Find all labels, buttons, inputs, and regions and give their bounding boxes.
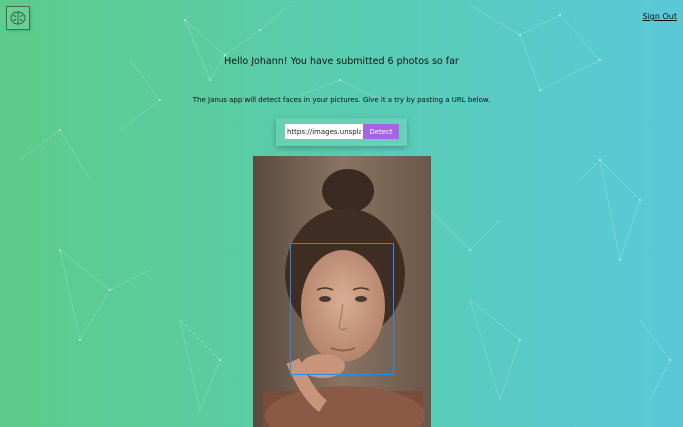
face-bounding-box	[290, 243, 394, 375]
url-form: Detect	[276, 118, 407, 146]
greeting-text: Hello Johann! You have submitted 6 photo…	[224, 56, 459, 67]
brain-icon	[10, 11, 26, 25]
result-photo	[253, 156, 431, 427]
image-url-input[interactable]	[285, 124, 363, 139]
app-logo[interactable]	[6, 6, 30, 30]
detect-button[interactable]: Detect	[363, 124, 399, 139]
instruction-text: The Janus app will detect faces in your …	[192, 96, 491, 104]
sign-out-link[interactable]: Sign Out	[643, 12, 678, 21]
